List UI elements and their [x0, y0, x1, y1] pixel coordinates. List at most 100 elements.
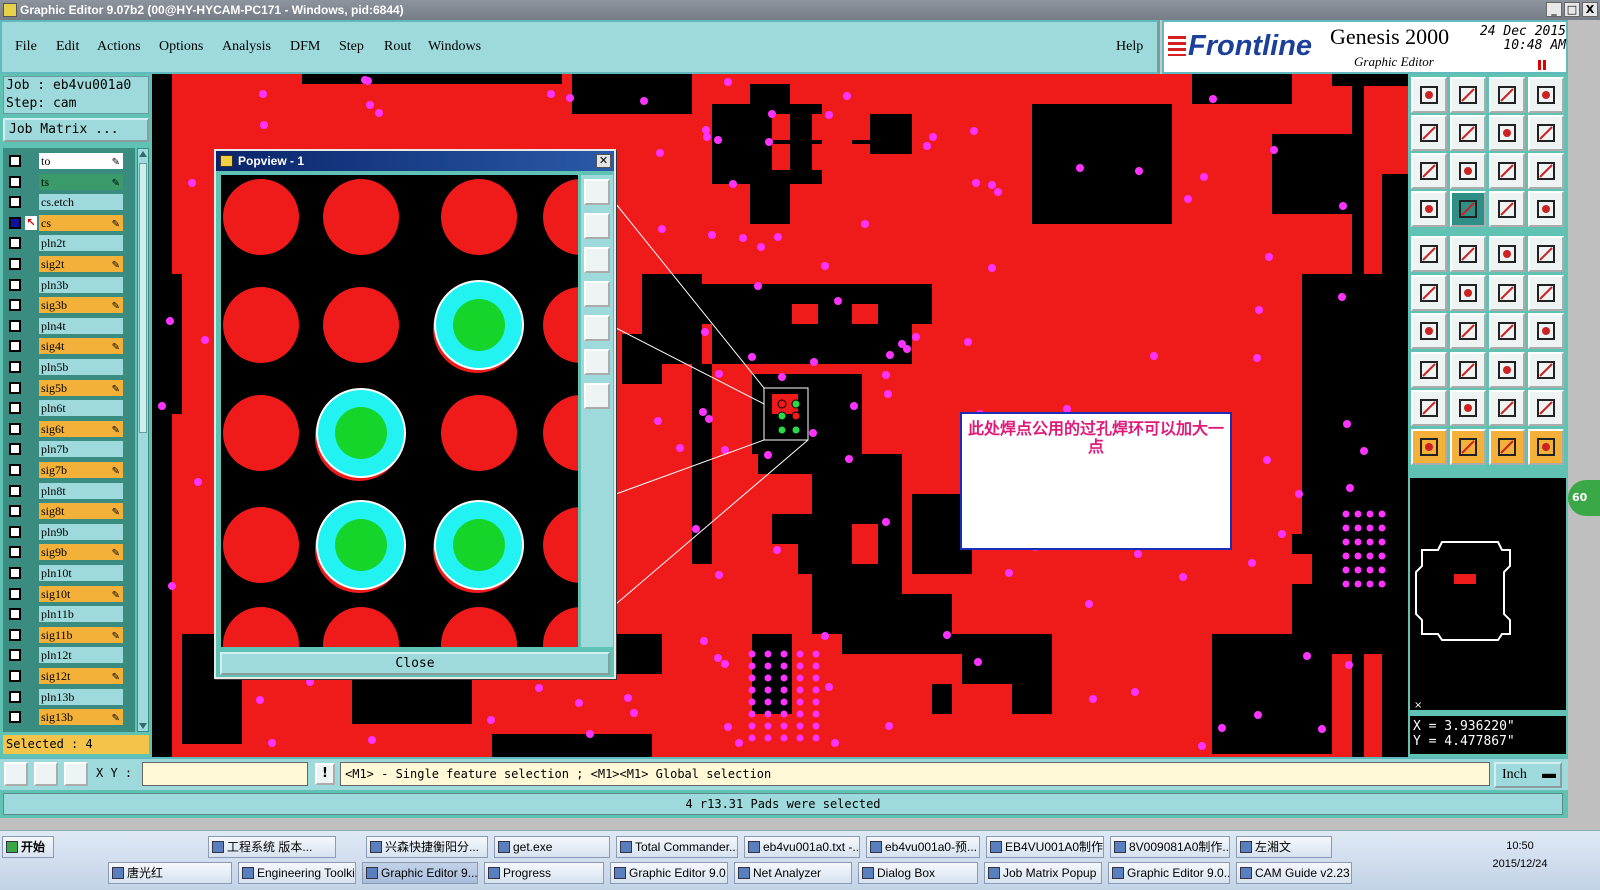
layer-list-scrollbar[interactable] — [137, 148, 149, 732]
taskbar-item[interactable]: Graphic Editor 9.... — [362, 862, 478, 884]
clock[interactable]: 10:50 2015/12/24 — [1492, 837, 1548, 873]
zoom-center-icon[interactable] — [1450, 153, 1486, 189]
layer-row[interactable]: sig9b ✎ — [3, 543, 135, 561]
taskbar-item[interactable]: 左湘文 — [1236, 836, 1332, 858]
layer-row[interactable]: pln8t — [3, 482, 135, 500]
taskbar-item[interactable]: Net Analyzer — [734, 862, 852, 884]
layer-row[interactable]: pln13b — [3, 688, 135, 706]
zoom-back-icon[interactable] — [1489, 115, 1525, 151]
layer-display-checkbox[interactable] — [9, 155, 21, 167]
close-window-button[interactable]: X — [1582, 2, 1598, 17]
layer-display-checkbox[interactable] — [9, 196, 21, 209]
taskbar-item[interactable]: Graphic Editor 9.0... — [1108, 862, 1230, 884]
tri-a-icon[interactable] — [1411, 390, 1447, 426]
layer-display-checkbox[interactable] — [9, 237, 21, 250]
zoom-step-icon[interactable] — [1528, 115, 1564, 151]
layer-row[interactable]: cs.etch — [3, 193, 135, 211]
layer-name[interactable]: sig9b ✎ — [39, 544, 123, 561]
popview-zoom-view[interactable] — [221, 175, 578, 647]
layer-name[interactable]: pln12t — [39, 647, 123, 664]
connect-icon[interactable] — [1411, 274, 1447, 311]
grid-icon[interactable] — [64, 762, 88, 786]
layer-name[interactable]: sig11b ✎ — [39, 626, 123, 643]
popview-zoom-out-button[interactable] — [584, 383, 610, 409]
layer-row[interactable]: sig13b ✎ — [3, 708, 135, 726]
layer-name[interactable]: pln9b — [39, 523, 123, 540]
layer-name[interactable]: to ✎ — [39, 153, 123, 169]
layer-name[interactable]: sig8t ✎ — [39, 503, 123, 520]
taskbar-item[interactable]: 工程系统 版本... — [208, 836, 336, 858]
select-icon[interactable] — [1411, 428, 1447, 465]
pan-left-icon[interactable] — [1411, 115, 1447, 151]
layer-display-checkbox[interactable] — [9, 567, 21, 579]
layer-display-checkbox[interactable] — [9, 484, 21, 497]
snap-icon[interactable] — [1411, 191, 1447, 227]
menu-analysis[interactable]: Analysis — [222, 39, 271, 55]
pan-right-icon[interactable] — [1450, 115, 1486, 151]
layer-row[interactable]: sig10t ✎ — [3, 585, 135, 603]
layer-name[interactable]: cs.etch — [39, 194, 123, 211]
layer-row[interactable]: pln4t — [3, 317, 135, 335]
layer-name[interactable]: pln13b — [39, 688, 123, 705]
taskbar-item[interactable]: Dialog Box — [858, 862, 978, 884]
start-button[interactable]: 开始 — [2, 836, 54, 858]
menu-edit[interactable]: Edit — [56, 39, 79, 55]
line-slope-icon[interactable] — [1450, 313, 1486, 349]
layer-display-checkbox[interactable] — [9, 402, 21, 415]
layer-display-checkbox[interactable] — [9, 216, 21, 229]
layer-row[interactable]: sig11b ✎ — [3, 626, 135, 644]
zoom-fit-icon[interactable] — [1411, 153, 1447, 189]
taskbar-item[interactable]: eb4vu001a0.txt -... — [744, 836, 860, 858]
taskbar-item[interactable]: 兴森快捷衡阳分... — [366, 836, 488, 858]
overview-map[interactable]: × — [1410, 478, 1566, 711]
layer-display-checkbox[interactable] — [9, 628, 21, 641]
layer-display-checkbox[interactable] — [9, 690, 21, 703]
layer-row[interactable]: pln11b — [3, 605, 135, 623]
layer-display-checkbox[interactable] — [9, 464, 21, 476]
select-multi-icon[interactable] — [1528, 428, 1564, 465]
layer-row[interactable]: ↖ cs ✎ — [3, 214, 135, 232]
layer-display-checkbox[interactable] — [9, 361, 21, 373]
draw-circle-icon[interactable] — [1528, 236, 1564, 272]
home-icon[interactable] — [1489, 77, 1525, 113]
layer-display-checkbox[interactable] — [9, 670, 21, 682]
zoom-ratio-icon[interactable] — [1489, 153, 1525, 189]
layer-row[interactable]: pln12t — [3, 646, 135, 664]
measure-icon[interactable] — [34, 762, 58, 786]
layer-display-checkbox[interactable] — [9, 587, 21, 600]
layer-overlay-icon[interactable] — [1528, 191, 1564, 227]
layer-name[interactable]: sig3b ✎ — [39, 297, 123, 314]
layer-display-checkbox[interactable] — [9, 711, 21, 724]
layer-row[interactable]: sig5b ✎ — [3, 379, 135, 397]
menu-options[interactable]: Options — [159, 39, 203, 55]
layer-compare-icon[interactable] — [1489, 191, 1525, 227]
scroll-down-icon[interactable] — [139, 723, 147, 729]
layer-display-checkbox[interactable] — [9, 422, 21, 435]
select-area-icon[interactable] — [1450, 428, 1486, 465]
layer-display-checkbox[interactable] — [9, 649, 21, 662]
layer-row[interactable]: sig4t ✎ — [3, 337, 135, 355]
move-point-icon[interactable] — [1489, 274, 1525, 311]
color-fill-icon[interactable] — [1528, 351, 1564, 388]
popview-pan-down-button[interactable] — [584, 247, 610, 273]
taskbar-item[interactable]: CAM Guide v2.23 — [1236, 862, 1352, 884]
layer-name[interactable]: sig5b ✎ — [39, 379, 123, 396]
taskbar-item[interactable]: Graphic Editor 9.0... — [610, 862, 728, 884]
alert-icon[interactable]: ! — [315, 763, 335, 785]
layer-row[interactable]: pln6t — [3, 399, 135, 417]
layer-name[interactable]: pln8t — [39, 482, 123, 499]
layer-name[interactable]: sig13b ✎ — [39, 709, 123, 726]
taskbar-item[interactable]: 8V009081A0制作... — [1110, 836, 1230, 858]
maximize-button[interactable]: □ — [1564, 2, 1580, 17]
layer-row[interactable]: sig2t ✎ — [3, 255, 135, 273]
taskbar-item[interactable]: eb4vu001a0-预... — [866, 836, 980, 858]
layer-display-checkbox[interactable] — [9, 278, 21, 291]
layer-row[interactable]: pln10t — [3, 564, 135, 582]
layer-row[interactable]: pln2t — [3, 234, 135, 252]
layer-name[interactable]: pln11b — [39, 606, 123, 623]
tri-b-icon[interactable] — [1450, 390, 1486, 426]
taskbar-item[interactable]: Total Commander... — [616, 836, 738, 858]
taskbar-item[interactable]: Engineering Toolki... — [238, 862, 356, 884]
zoom-area-icon[interactable] — [4, 762, 28, 786]
layer-name[interactable]: sig2t ✎ — [39, 256, 123, 272]
